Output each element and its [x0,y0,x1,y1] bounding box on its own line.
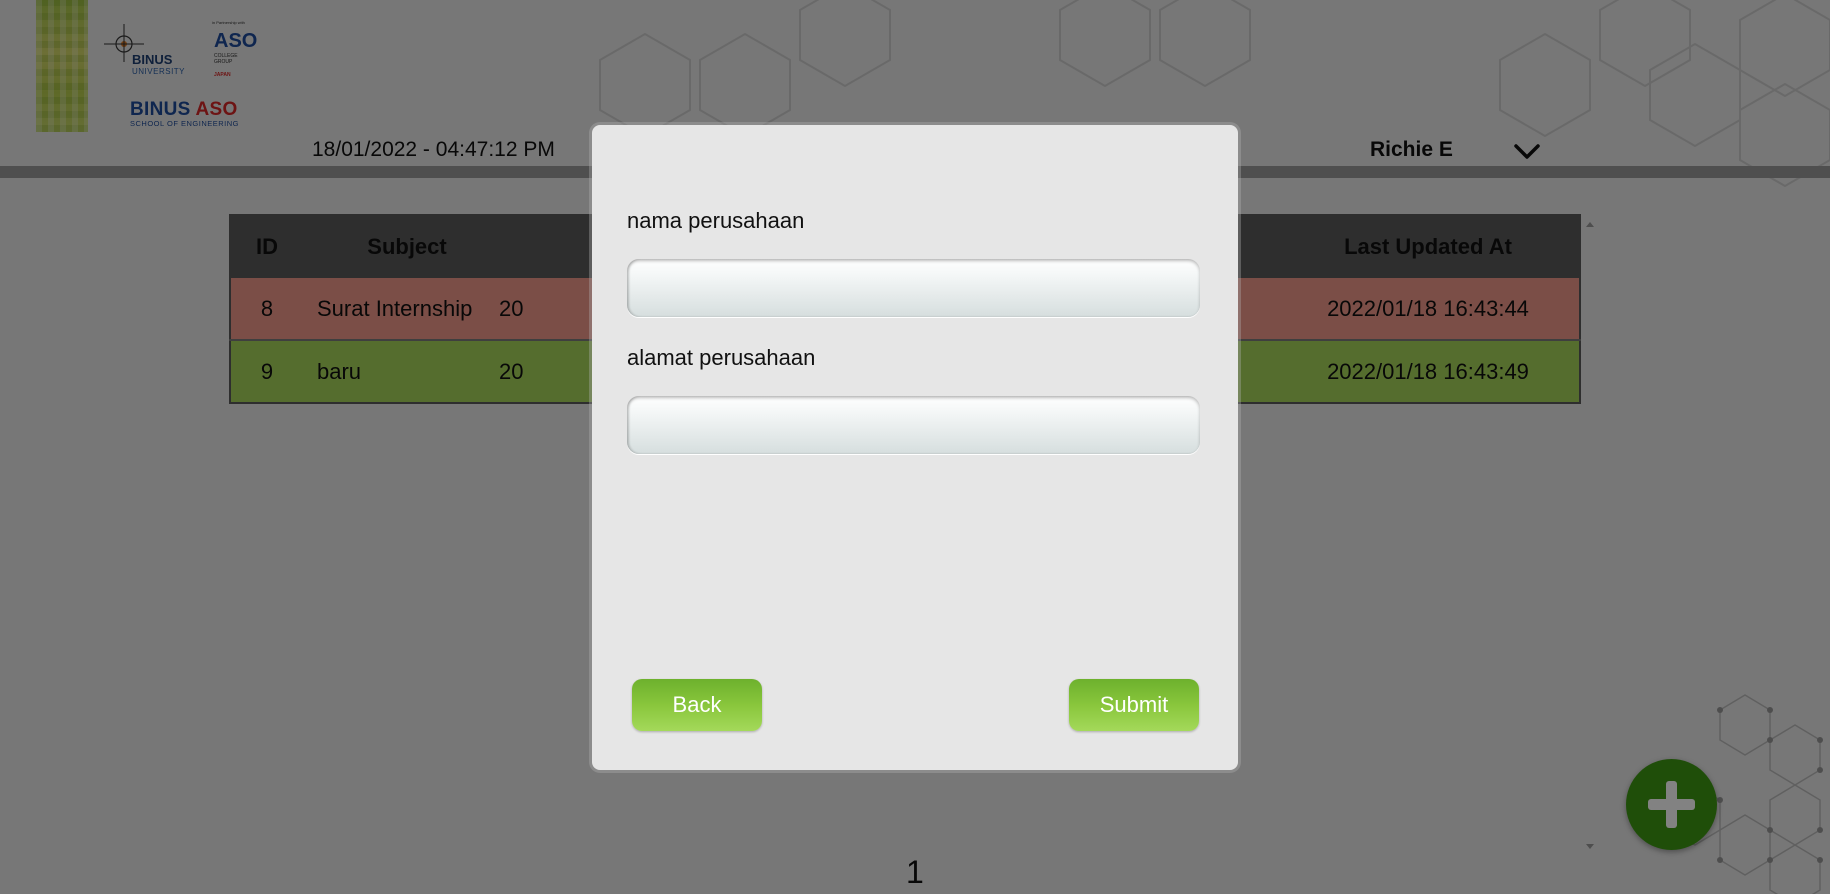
company-address-input[interactable] [627,396,1200,454]
company-name-label: nama perusahaan [627,208,805,233]
company-form-modal: nama perusahaan alamat perusahaan Back S… [592,125,1238,770]
submit-button[interactable]: Submit [1069,679,1199,731]
company-name-input[interactable] [627,259,1200,317]
company-address-label: alamat perusahaan [627,345,816,370]
back-button[interactable]: Back [632,679,762,731]
